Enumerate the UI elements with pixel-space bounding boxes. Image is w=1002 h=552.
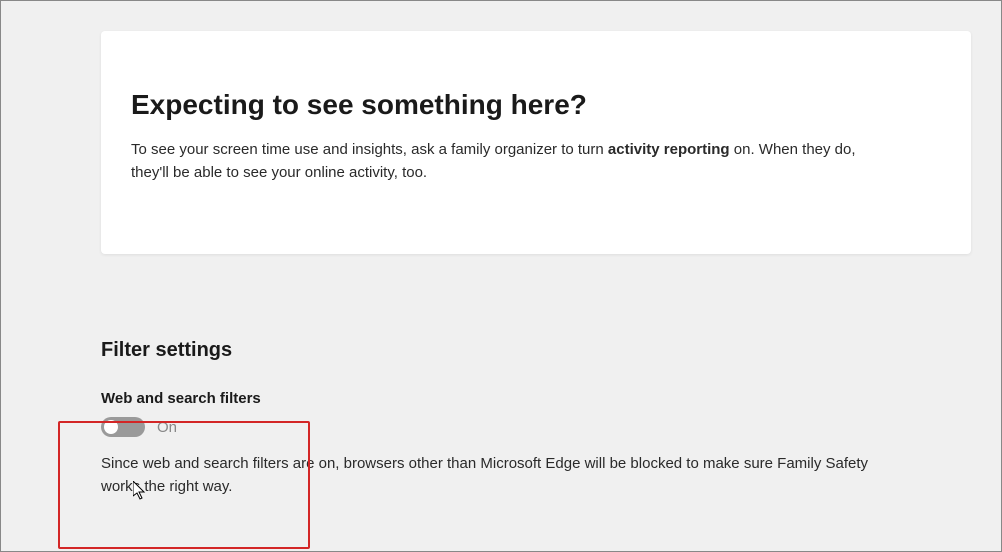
toggle-state-label: On [157,419,177,436]
filter-title: Web and search filters [101,390,971,407]
filter-description: Since web and search filters are on, bro… [101,453,881,498]
card-title: Expecting to see something here? [131,89,941,121]
card-desc-bold: activity reporting [608,141,730,158]
web-search-filter-toggle[interactable] [101,417,145,437]
toggle-row: On [101,417,971,437]
card-description: To see your screen time use and insights… [131,139,871,184]
card-desc-before: To see your screen time use and insights… [131,141,608,158]
toggle-knob [104,420,118,434]
section-heading: Filter settings [101,339,971,362]
filter-settings-section: Filter settings Web and search filters O… [101,339,971,498]
info-card: Expecting to see something here? To see … [101,31,971,254]
web-search-filter-row: Web and search filters On Since web and … [101,390,971,498]
